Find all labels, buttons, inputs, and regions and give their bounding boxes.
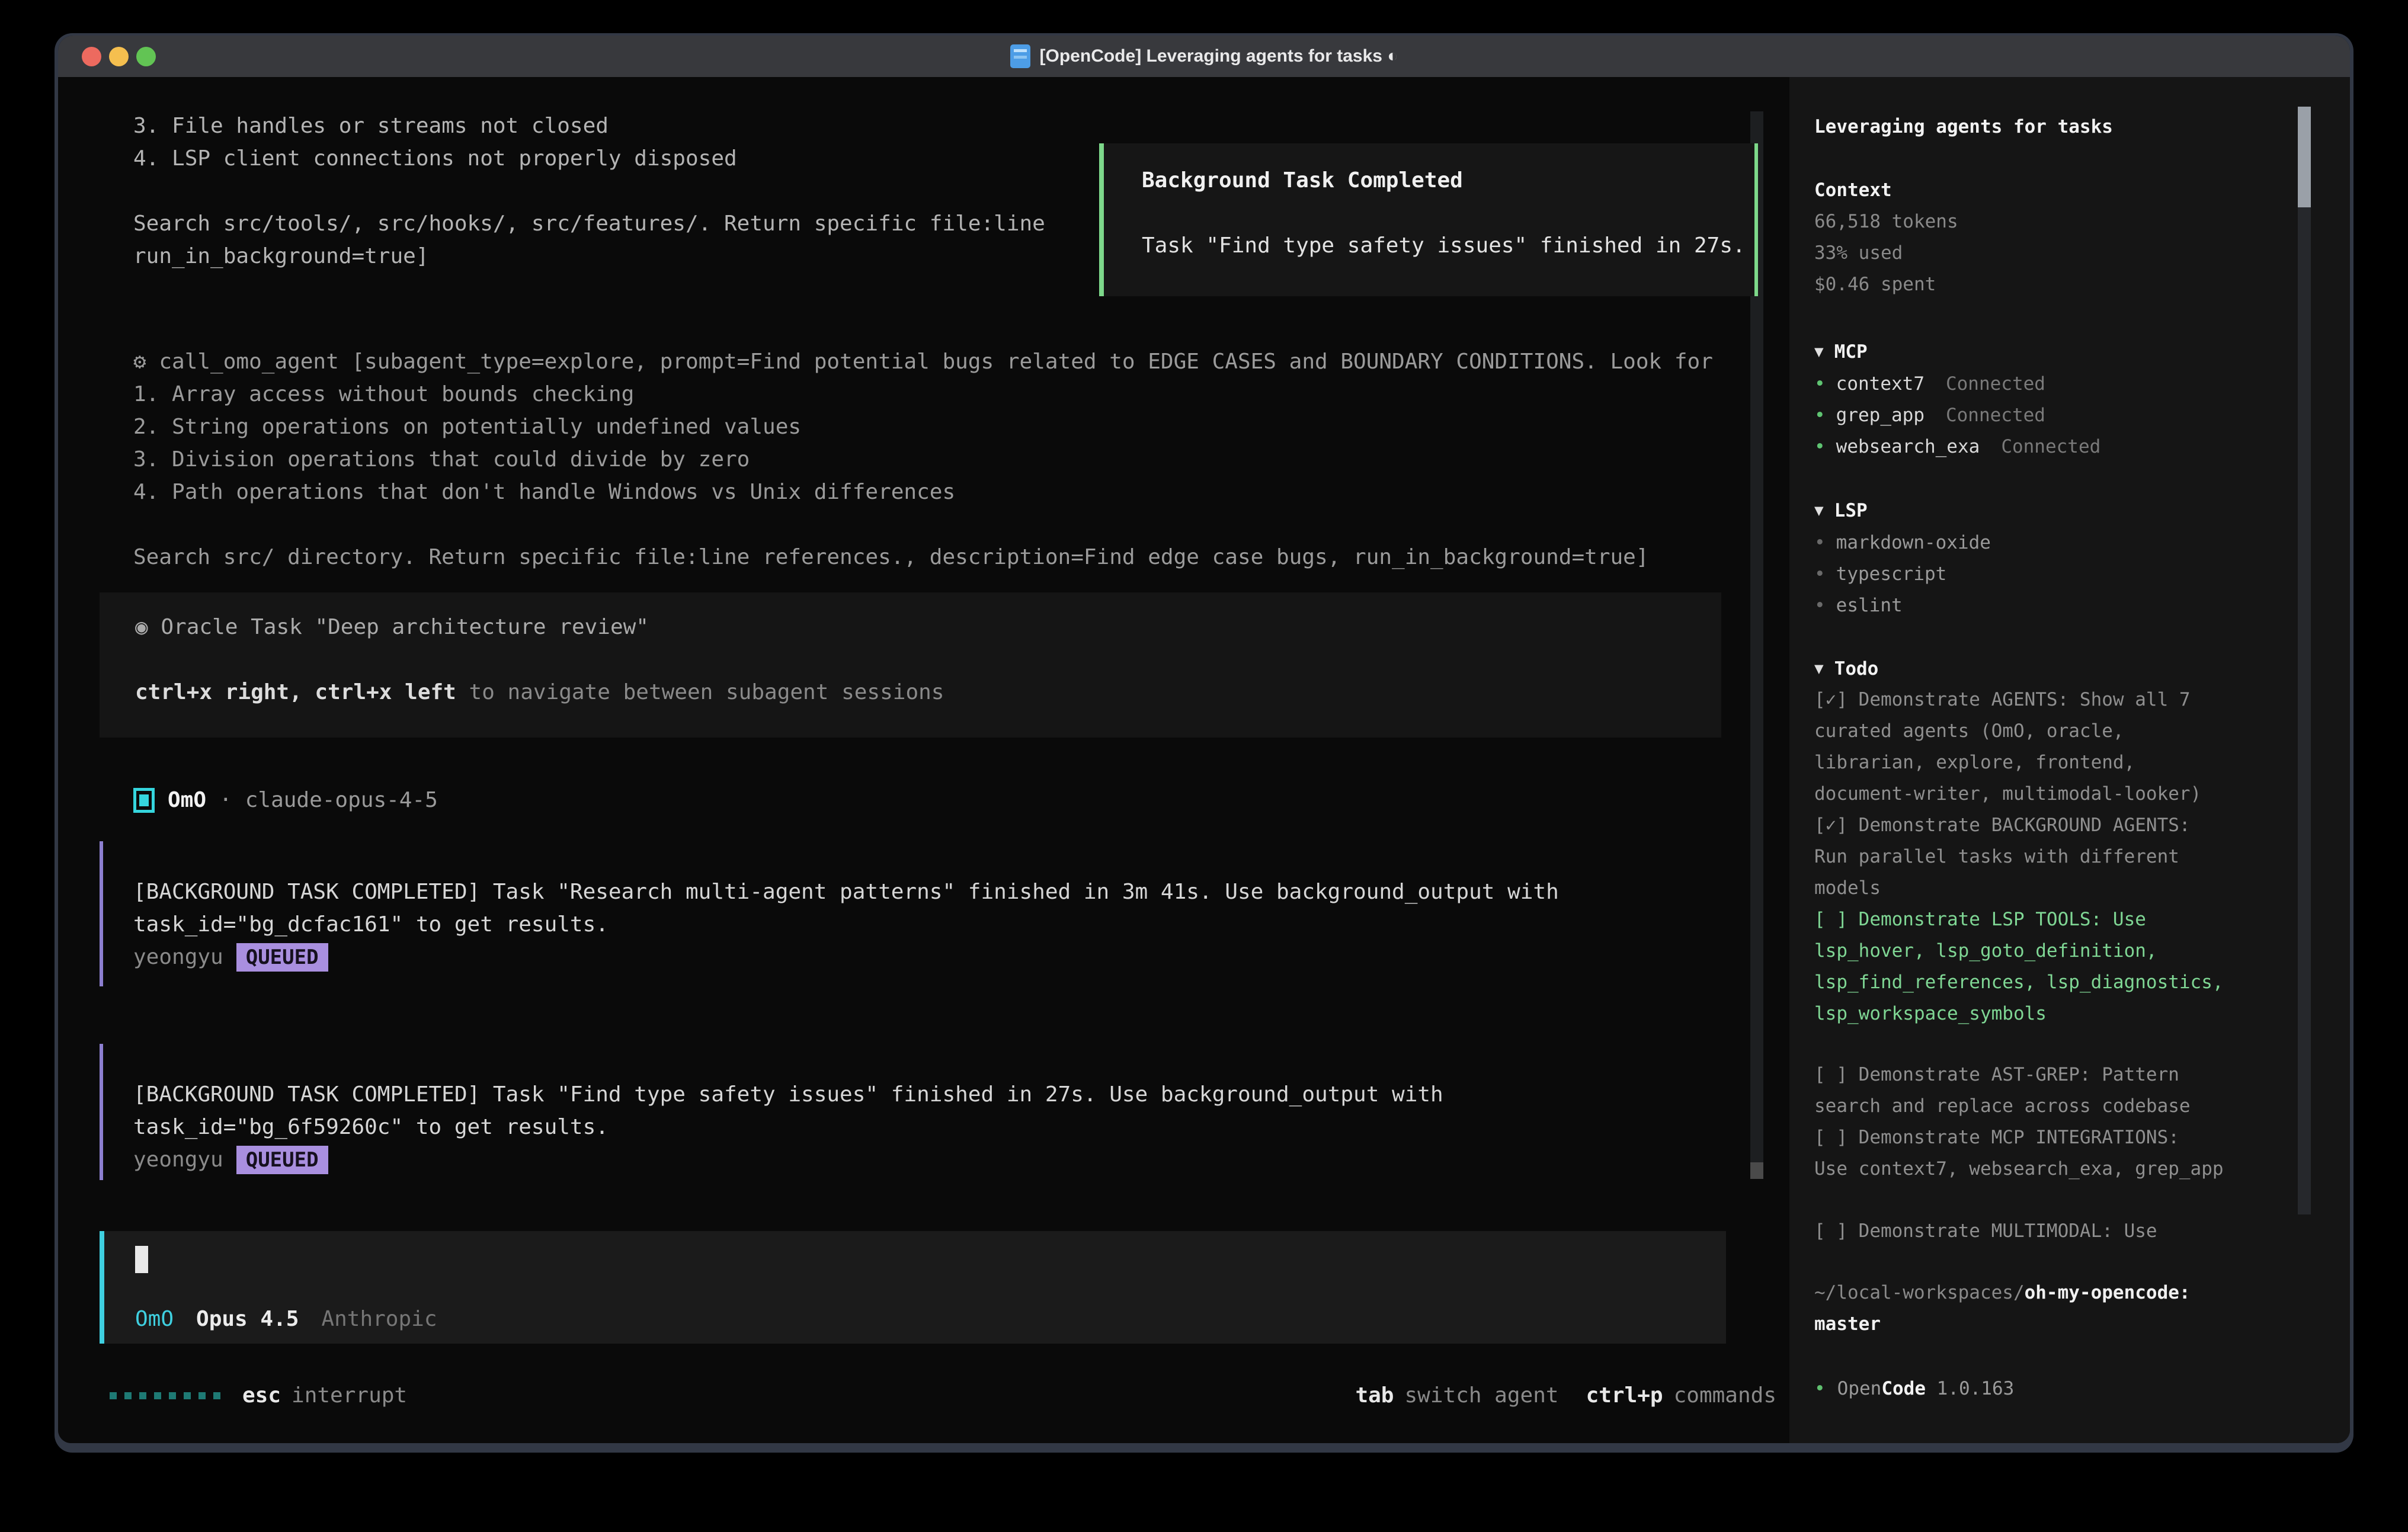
opencode-window: [OpenCode] Leveraging agents for tasks ◐… xyxy=(55,33,2353,1453)
agent-square-icon xyxy=(133,788,155,813)
collapse-triangle-icon: ▼ xyxy=(1814,336,1824,368)
message-line-2: task_id="bg_6f59260c" to get results. xyxy=(133,1111,1735,1143)
bullet-icon: • xyxy=(1814,590,1826,621)
separator-dot: · xyxy=(219,788,232,812)
context-used: 33% used xyxy=(1814,238,1903,269)
bullet-icon: • xyxy=(1814,368,1826,400)
status-bar: esc interrupt tab switch agent ctrl+p co… xyxy=(110,1379,1776,1412)
ctrlp-key-label: commands xyxy=(1674,1383,1776,1408)
message-author: yeongyu xyxy=(133,941,223,973)
todo-heading: Todo xyxy=(1834,653,1879,685)
window-body: [OpenCode] Leveraging agents for tasks ◐… xyxy=(58,36,2350,1443)
version-number: 1.0.163 xyxy=(1937,1378,2015,1399)
toast-body: Task "Find type safety issues" finished … xyxy=(1142,233,1746,258)
todo-item-pending: [ ] Demonstrate AST-GREP: Pattern search… xyxy=(1814,1059,2276,1122)
todo-item-pending: [ ] Demonstrate MCP INTEGRATIONS: Use co… xyxy=(1814,1122,2300,1185)
tool-call-text: ⚙ call_omo_agent [subagent_type=explore,… xyxy=(133,345,1713,573)
sidebar-scrollbar-track[interactable] xyxy=(2298,107,2311,1214)
mcp-section-header[interactable]: ▼ MCP xyxy=(1814,336,1868,368)
ctrlp-key-hint: ctrl+p xyxy=(1586,1383,1663,1408)
input-meta-row: OmO Opus 4.5 Anthropic xyxy=(135,1307,437,1331)
agent-header-row: OmO · claude-opus-4-5 xyxy=(133,784,438,816)
titlebar-center: [OpenCode] Leveraging agents for tasks ◐ xyxy=(58,36,2350,77)
opencode-app-icon xyxy=(1010,44,1030,68)
subagent-navigation-hint: ctrl+x right, ctrl+x left to navigate be… xyxy=(135,680,944,704)
context-spent: $0.46 spent xyxy=(1814,269,1936,300)
todo-item-pending: [ ] Demonstrate MULTIMODAL: Use xyxy=(1814,1216,2276,1247)
workspace-path: ~/local-workspaces/oh-my-opencode: maste… xyxy=(1814,1277,2265,1340)
message-author: yeongyu xyxy=(133,1143,223,1176)
spinner-dots-icon xyxy=(110,1392,220,1399)
esc-key-label: interrupt xyxy=(292,1383,407,1408)
lsp-item: • eslint xyxy=(1814,590,1903,621)
git-branch: master xyxy=(1814,1313,1881,1335)
mcp-heading: MCP xyxy=(1834,336,1868,368)
prompt-input[interactable]: OmO Opus 4.5 Anthropic xyxy=(100,1231,1726,1344)
agent-name: OmO xyxy=(168,788,206,812)
input-provider-label: Anthropic xyxy=(321,1307,437,1331)
input-model-label: Opus 4.5 xyxy=(196,1307,299,1331)
queued-badge: QUEUED xyxy=(236,1146,328,1174)
tab-key-hint: tab xyxy=(1355,1383,1394,1408)
bullet-icon: • xyxy=(1814,559,1826,590)
opencode-version-row: •OpenCode 1.0.163 xyxy=(1814,1373,2014,1405)
bullet-icon: • xyxy=(1814,400,1826,431)
window-title: [OpenCode] Leveraging agents for tasks ◐ xyxy=(1040,46,1398,66)
mcp-item: • websearch_exa Connected xyxy=(1814,431,2100,463)
background-task-message: [BACKGROUND TASK COMPLETED] Task "Find t… xyxy=(100,1044,1735,1180)
oracle-task-card: ◉ Oracle Task "Deep architecture review"… xyxy=(100,592,1721,738)
session-title: Leveraging agents for tasks xyxy=(1814,111,2113,143)
lsp-section-header[interactable]: ▼ LSP xyxy=(1814,495,1868,527)
fisheye-icon: ◉ xyxy=(135,615,148,639)
sidebar-scrollbar-thumb[interactable] xyxy=(2298,107,2311,207)
todo-item-done: [✓] Demonstrate AGENTS: Show all 7 curat… xyxy=(1814,684,2276,810)
hint-shortcut: ctrl+x right, ctrl+x left xyxy=(135,680,456,704)
esc-key-hint: esc xyxy=(242,1383,281,1408)
mcp-item: • context7 Connected xyxy=(1814,368,2045,400)
scrollback-text: 3. File handles or streams not closed 4.… xyxy=(133,110,1045,273)
text-cursor xyxy=(135,1246,148,1273)
message-line-1: [BACKGROUND TASK COMPLETED] Task "Find t… xyxy=(133,1078,1735,1111)
status-dot-icon: • xyxy=(1814,1378,1826,1399)
conversation-pane: 3. File handles or streams not closed 4.… xyxy=(58,77,1789,1443)
input-agent-label: OmO xyxy=(135,1307,174,1331)
message-line-2: task_id="bg_dcfac161" to get results. xyxy=(133,908,1735,941)
tab-key-label: switch agent xyxy=(1404,1383,1558,1408)
collapse-triangle-icon: ▼ xyxy=(1814,653,1824,685)
bullet-icon: • xyxy=(1814,431,1826,463)
todo-item-done: [✓] Demonstrate BACKGROUND AGENTS: Run p… xyxy=(1814,810,2276,904)
bullet-icon: • xyxy=(1814,527,1826,559)
context-tokens: 66,518 tokens xyxy=(1814,206,1958,238)
background-task-toast: Background Task Completed Task "Find typ… xyxy=(1099,143,1758,296)
main-scrollbar-thumb[interactable] xyxy=(1750,1162,1763,1179)
hint-text: to navigate between subagent sessions xyxy=(456,680,944,704)
todo-item-active: [ ] Demonstrate LSP TOOLS: Use lsp_hover… xyxy=(1814,904,2300,1030)
context-heading: Context xyxy=(1814,175,1892,206)
lsp-item: • markdown-oxide xyxy=(1814,527,1991,559)
titlebar: [OpenCode] Leveraging agents for tasks ◐ xyxy=(58,36,2350,78)
lsp-item: • typescript xyxy=(1814,559,1946,590)
oracle-task-title: ◉ Oracle Task "Deep architecture review" xyxy=(135,615,649,639)
mcp-item: • grep_app Connected xyxy=(1814,400,2045,431)
queued-badge: QUEUED xyxy=(236,943,328,972)
session-sidebar: Leveraging agents for tasks Context 66,5… xyxy=(1789,77,2350,1443)
toast-title: Background Task Completed xyxy=(1142,168,1463,193)
lsp-heading: LSP xyxy=(1834,495,1868,527)
background-task-message: [BACKGROUND TASK COMPLETED] Task "Resear… xyxy=(100,841,1735,986)
collapse-triangle-icon: ▼ xyxy=(1814,495,1824,527)
message-line-1: [BACKGROUND TASK COMPLETED] Task "Resear… xyxy=(133,876,1735,908)
agent-model: claude-opus-4-5 xyxy=(245,788,438,812)
todo-section-header[interactable]: ▼ Todo xyxy=(1814,653,1878,685)
